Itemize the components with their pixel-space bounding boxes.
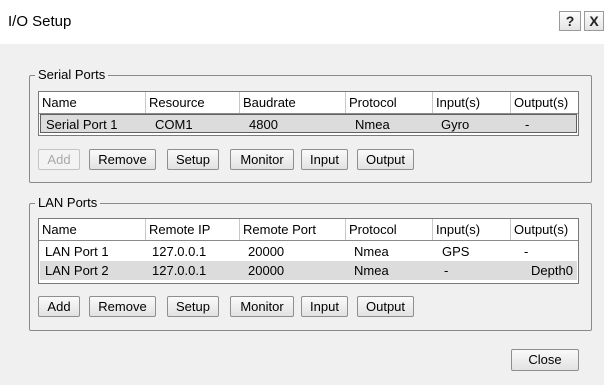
cell-name: LAN Port 2 [45, 263, 109, 278]
column-header-protocol[interactable]: Protocol [349, 222, 397, 237]
io-setup-dialog: I/O Setup ? X Serial Ports Name Resource… [0, 0, 604, 385]
lan-remove-button[interactable]: Remove [89, 296, 156, 317]
serial-remove-button[interactable]: Remove [89, 149, 156, 170]
cell-inputs: Gyro [441, 117, 470, 132]
cell-remote-port: 20000 [248, 263, 285, 278]
column-header-remote-ip[interactable]: Remote IP [149, 222, 210, 237]
serial-ports-legend: Serial Ports [35, 67, 109, 82]
column-separator[interactable] [239, 92, 240, 113]
lan-add-button[interactable]: Add [38, 296, 80, 317]
help-button[interactable]: ? [559, 11, 581, 31]
column-separator[interactable] [510, 92, 511, 113]
table-header: Name Resource Baudrate Protocol Input(s)… [39, 92, 578, 114]
serial-output-button[interactable]: Output [357, 149, 414, 170]
column-header-outputs[interactable]: Output(s) [514, 222, 568, 237]
table-row[interactable]: LAN Port 1 127.0.0.1 20000 Nmea GPS - [40, 242, 577, 261]
column-header-resource[interactable]: Resource [149, 95, 205, 110]
cell-name: Serial Port 1 [46, 117, 118, 132]
column-header-inputs[interactable]: Input(s) [436, 95, 480, 110]
column-header-remote-port[interactable]: Remote Port [243, 222, 316, 237]
window-close-button[interactable]: X [584, 11, 604, 31]
cell-protocol: Nmea [354, 244, 389, 259]
column-separator[interactable] [145, 92, 146, 113]
table-row[interactable]: LAN Port 2 127.0.0.1 20000 Nmea - Depth0 [40, 261, 577, 280]
cell-remote-ip: 127.0.0.1 [152, 244, 207, 259]
column-header-protocol[interactable]: Protocol [349, 95, 397, 110]
lan-ports-table: Name Remote IP Remote Port Protocol Inpu… [38, 218, 579, 284]
serial-monitor-button[interactable]: Monitor [230, 149, 294, 170]
lan-output-button[interactable]: Output [357, 296, 414, 317]
cell-outputs: Depth0 [531, 263, 573, 278]
cell-name: LAN Port 1 [45, 244, 109, 259]
lan-input-button[interactable]: Input [301, 296, 348, 317]
serial-ports-table: Name Resource Baudrate Protocol Input(s)… [38, 91, 579, 136]
column-separator[interactable] [345, 92, 346, 113]
lan-monitor-button[interactable]: Monitor [230, 296, 294, 317]
cell-protocol: Nmea [355, 117, 390, 132]
column-separator[interactable] [145, 219, 146, 240]
close-button[interactable]: Close [511, 349, 579, 371]
lan-ports-legend: LAN Ports [35, 195, 101, 210]
column-separator[interactable] [432, 219, 433, 240]
cell-remote-ip: 127.0.0.1 [152, 263, 207, 278]
serial-input-button[interactable]: Input [301, 149, 348, 170]
column-header-inputs[interactable]: Input(s) [436, 222, 480, 237]
cell-baudrate: 4800 [249, 117, 278, 132]
lan-setup-button[interactable]: Setup [167, 296, 219, 317]
serial-setup-button[interactable]: Setup [167, 149, 219, 170]
cell-resource: COM1 [155, 117, 193, 132]
cell-outputs: - [524, 244, 529, 259]
column-separator[interactable] [432, 92, 433, 113]
column-header-name[interactable]: Name [42, 222, 77, 237]
column-separator[interactable] [510, 219, 511, 240]
cell-outputs: - [525, 117, 530, 132]
cell-inputs: GPS [442, 244, 470, 259]
column-separator[interactable] [345, 219, 346, 240]
column-separator[interactable] [239, 219, 240, 240]
serial-add-button[interactable]: Add [38, 149, 80, 170]
column-header-outputs[interactable]: Output(s) [514, 95, 568, 110]
title-bar: I/O Setup ? X [0, 0, 604, 44]
table-header: Name Remote IP Remote Port Protocol Inpu… [39, 219, 578, 241]
cell-inputs: - [444, 263, 449, 278]
window-title: I/O Setup [8, 13, 72, 30]
cell-protocol: Nmea [354, 263, 389, 278]
lan-ports-group: LAN Ports Name Remote IP Remote Port Pro… [29, 195, 592, 331]
column-header-baudrate[interactable]: Baudrate [243, 95, 296, 110]
cell-remote-port: 20000 [248, 244, 285, 259]
column-header-name[interactable]: Name [42, 95, 77, 110]
table-row[interactable]: Serial Port 1 COM1 4800 Nmea Gyro - [40, 114, 577, 133]
serial-ports-group: Serial Ports Name Resource Baudrate Prot… [29, 67, 592, 183]
